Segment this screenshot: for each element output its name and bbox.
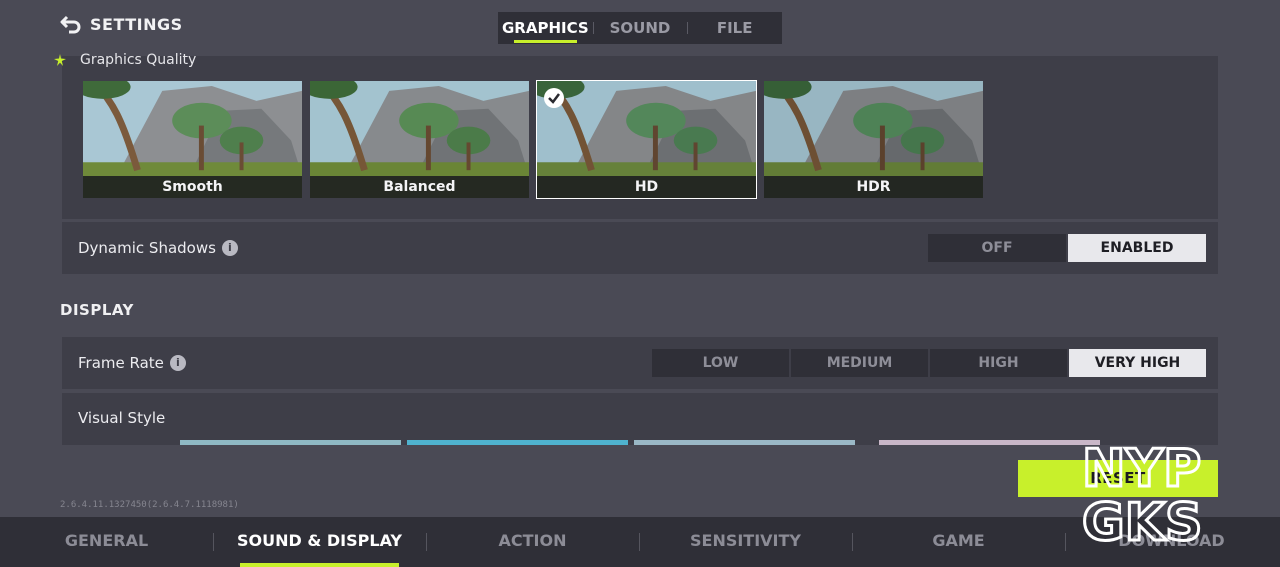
frame-rate-very-high-button[interactable]: VERY HIGH bbox=[1069, 349, 1206, 377]
nav-game[interactable]: GAME bbox=[852, 517, 1065, 567]
quality-label-balanced: Balanced bbox=[310, 176, 529, 198]
dynamic-shadows-toggle: OFF ENABLED bbox=[928, 234, 1206, 262]
watermark-line-2: GKS bbox=[1082, 493, 1202, 544]
frame-rate-row: Frame Rate i LOW MEDIUM HIGH VERY HIGH bbox=[62, 337, 1218, 389]
visual-style-option[interactable] bbox=[407, 440, 628, 445]
graphics-quality-label: Graphics Quality bbox=[80, 52, 197, 68]
recommended-star-icon bbox=[54, 54, 66, 66]
nav-action[interactable]: ACTION bbox=[426, 517, 639, 567]
visual-style-option[interactable] bbox=[879, 440, 1100, 445]
back-arrow-icon bbox=[60, 15, 81, 34]
frame-rate-medium-button[interactable]: MEDIUM bbox=[791, 349, 928, 377]
nav-sensitivity[interactable]: SENSITIVITY bbox=[639, 517, 852, 567]
tab-sound[interactable]: SOUND bbox=[592, 12, 688, 44]
quality-option-hdr[interactable]: HDR bbox=[763, 80, 984, 199]
watermark-line-1: NYP bbox=[1082, 440, 1201, 499]
dynamic-shadows-row: Dynamic Shadows i OFF ENABLED bbox=[62, 222, 1218, 274]
back-button[interactable]: SETTINGS bbox=[60, 12, 183, 36]
frame-rate-selector: LOW MEDIUM HIGH VERY HIGH bbox=[652, 349, 1206, 377]
visual-style-option[interactable] bbox=[180, 440, 401, 445]
visual-style-label: Visual Style bbox=[78, 409, 166, 427]
quality-label-hdr: HDR bbox=[764, 176, 983, 198]
shadows-enabled-button[interactable]: ENABLED bbox=[1068, 234, 1206, 262]
tab-graphics[interactable]: GRAPHICS bbox=[498, 12, 593, 44]
quality-option-smooth[interactable]: Smooth bbox=[82, 80, 303, 199]
nav-sound-display[interactable]: SOUND & DISPLAY bbox=[213, 517, 426, 567]
frame-rate-low-button[interactable]: LOW bbox=[652, 349, 789, 377]
quality-label-hd: HD bbox=[537, 176, 756, 198]
info-icon[interactable]: i bbox=[221, 240, 238, 256]
quality-option-hd[interactable]: HD bbox=[536, 80, 757, 199]
visual-style-row: Visual Style bbox=[62, 393, 1218, 445]
frame-rate-high-button[interactable]: HIGH bbox=[930, 349, 1067, 377]
watermark-logo: NYP GKS bbox=[1081, 440, 1204, 544]
display-section-title: DISPLAY bbox=[60, 301, 134, 319]
page-title: SETTINGS bbox=[90, 14, 183, 34]
settings-tabs: GRAPHICS SOUND FILE bbox=[498, 12, 782, 44]
tab-file[interactable]: FILE bbox=[687, 12, 782, 44]
shadows-off-button[interactable]: OFF bbox=[928, 234, 1066, 262]
graphics-quality-options: Smooth Balanced HD HDR bbox=[82, 80, 984, 199]
nav-general[interactable]: GENERAL bbox=[0, 517, 213, 567]
checkmark-icon bbox=[544, 88, 564, 108]
frame-rate-label: Frame Rate bbox=[78, 354, 164, 372]
version-text: 2.6.4.11.1327450(2.6.4.7.1118981) bbox=[60, 500, 239, 510]
quality-label-smooth: Smooth bbox=[83, 176, 302, 198]
quality-option-balanced[interactable]: Balanced bbox=[309, 80, 530, 199]
info-icon[interactable]: i bbox=[169, 355, 186, 371]
dynamic-shadows-label: Dynamic Shadows bbox=[78, 239, 216, 257]
visual-style-option[interactable] bbox=[634, 440, 855, 445]
